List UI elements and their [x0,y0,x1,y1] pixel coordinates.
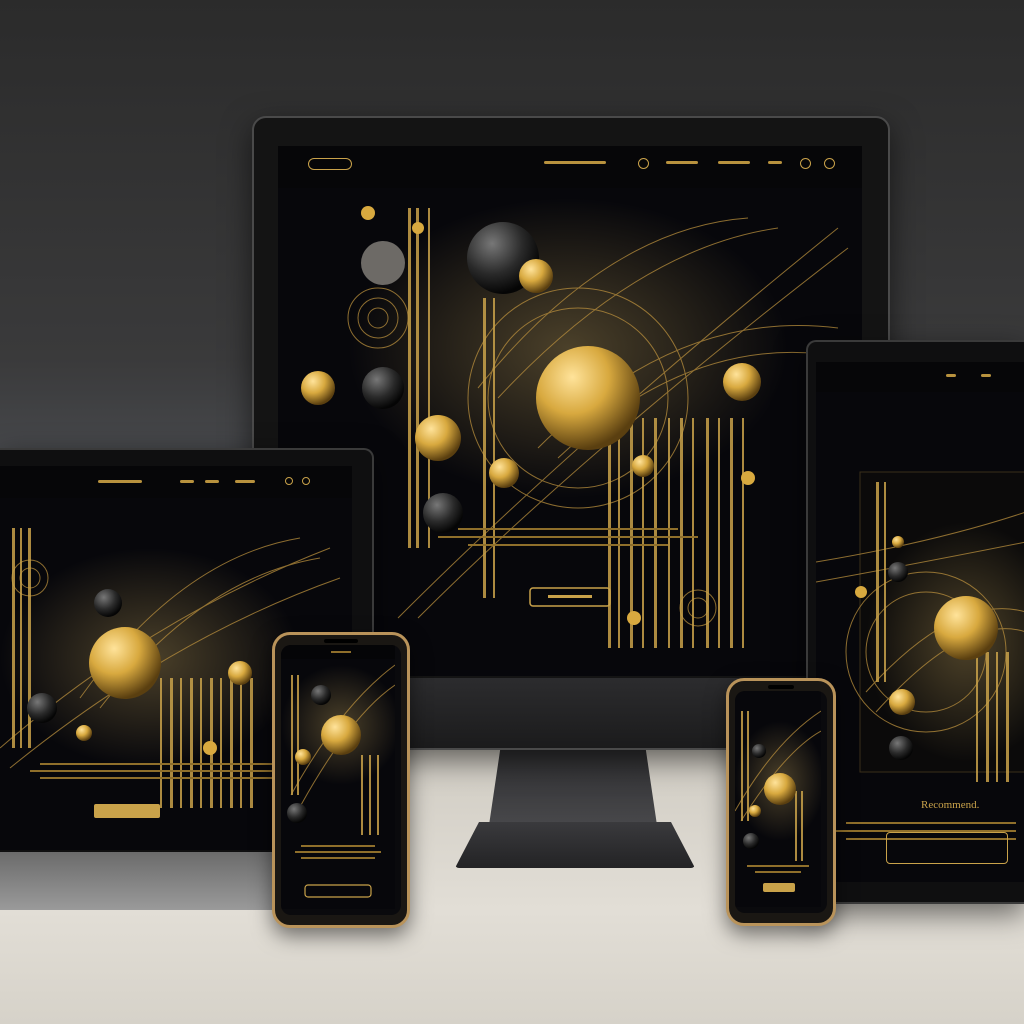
device-mockup-scene: Recommend. [0,0,1024,1024]
nav-link[interactable] [768,161,782,164]
nav-link[interactable] [235,480,255,483]
tablet-cta-button[interactable] [886,832,1008,864]
tablet-screen: Recommend. [816,362,1024,882]
nav-link[interactable] [666,161,698,164]
phone-screen [281,645,401,915]
tablet-section-heading: Recommend. [921,799,980,811]
tablet: Recommend. [806,340,1024,904]
nav-link[interactable] [98,480,142,483]
phone-hero-artwork [281,645,395,909]
nav-link[interactable] [718,161,750,164]
user-icon[interactable] [800,158,811,169]
nav-link[interactable] [205,480,219,483]
nav-link[interactable] [544,161,606,164]
monitor-stand-neck [488,740,658,832]
search-icon[interactable] [638,158,649,169]
phone-notch [324,639,358,643]
tablet-navbar [816,362,1024,410]
site-logo[interactable] [308,158,352,170]
nav-link[interactable] [946,374,956,377]
cart-icon[interactable] [302,477,310,485]
monitor-stand-base [455,822,695,868]
smartphone-left [272,632,410,928]
smartphone-right [726,678,836,926]
nav-link[interactable] [981,374,991,377]
user-icon[interactable] [285,477,293,485]
monitor-navbar [278,146,862,189]
laptop-keyboard-deck [0,852,300,910]
tablet-hero-artwork [816,392,1024,882]
nav-link[interactable] [180,480,194,483]
laptop-navbar [0,466,352,499]
phone-screen [735,691,827,913]
phone-notch [768,685,794,689]
phone-hero-artwork [735,691,821,907]
cart-icon[interactable] [824,158,835,169]
